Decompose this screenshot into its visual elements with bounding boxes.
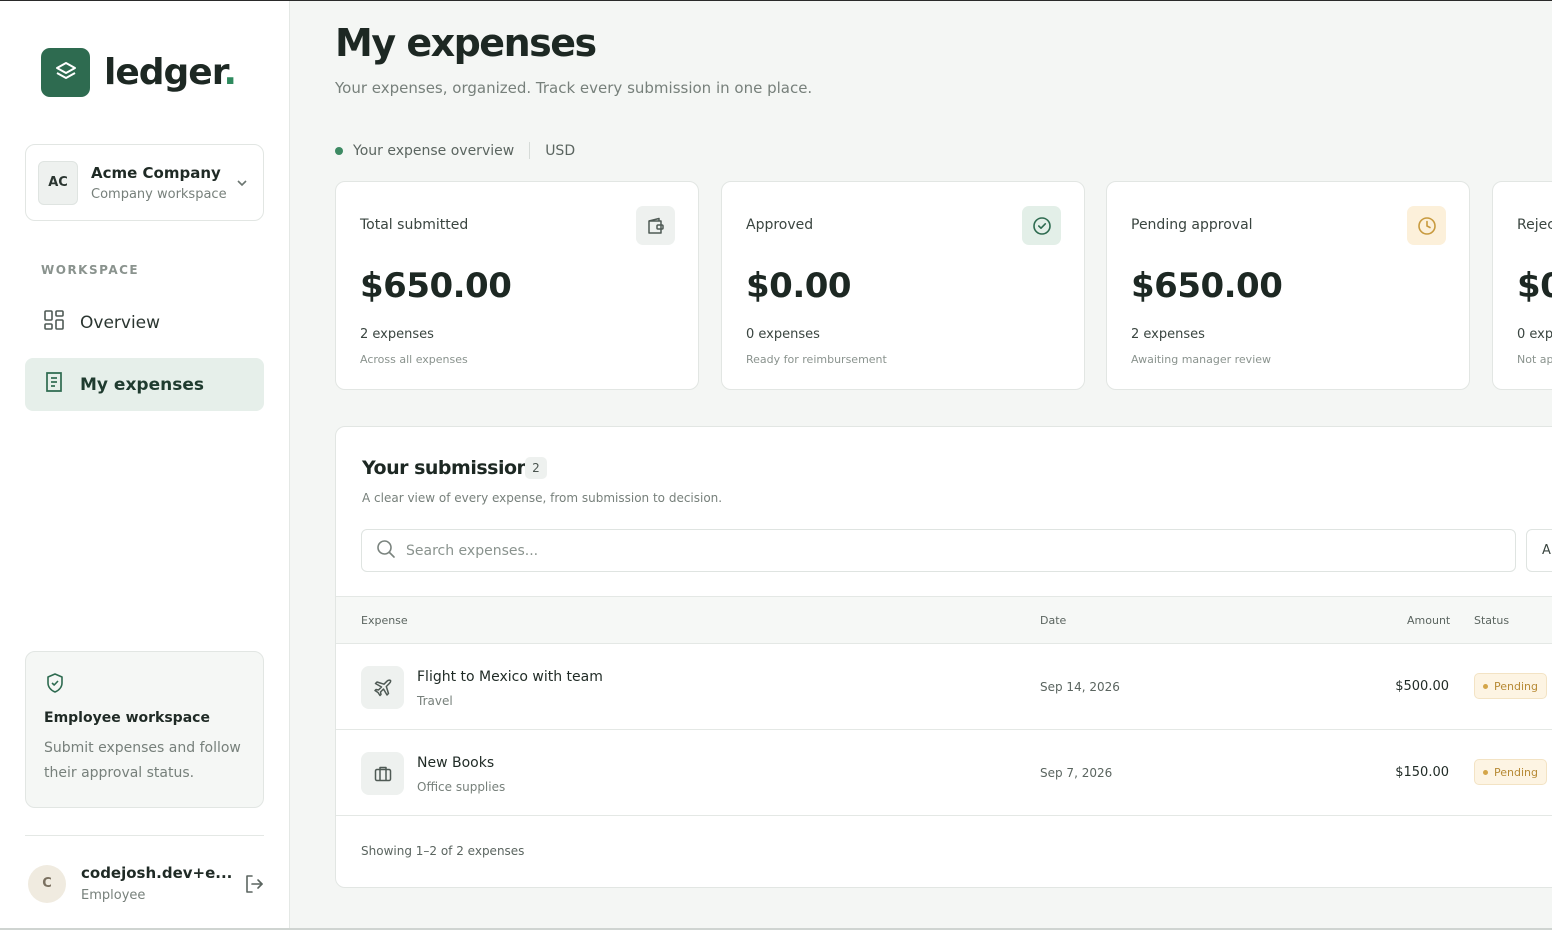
- column-header-status[interactable]: Status: [1474, 614, 1509, 627]
- logo-icon: [41, 48, 90, 97]
- stat-card-pending-approval: Pending approval $650.00 2 expenses Awai…: [1106, 181, 1470, 390]
- stat-count: 2 expenses: [360, 327, 434, 342]
- company-switcher[interactable]: AC Acme Company Company workspace: [25, 144, 264, 221]
- submissions-subtitle: A clear view of every expense, from subm…: [362, 491, 723, 505]
- wallet-icon: [636, 206, 675, 245]
- sidebar-item-label: My expenses: [80, 374, 204, 395]
- status-dot: [335, 146, 343, 155]
- company-name: Acme Company: [91, 163, 221, 182]
- main-content: My expenses Your expenses, organized. Tr…: [290, 1, 1552, 928]
- check-circle-icon: [1022, 206, 1061, 245]
- expense-amount: $500.00: [1395, 679, 1449, 694]
- overview-label: Your expense overview: [353, 142, 515, 159]
- user-name: codejosh.dev+e...: [81, 864, 233, 882]
- expense-amount: $150.00: [1395, 765, 1449, 780]
- stat-note: Awaiting manager review: [1131, 353, 1272, 366]
- stat-value: $650.00: [360, 266, 512, 306]
- info-text: Submit expenses and follow their approva…: [44, 740, 241, 781]
- search-placeholder: Search expenses...: [406, 542, 539, 559]
- stat-value: $0.00: [746, 266, 852, 306]
- stat-card-approved: Approved $0.00 0 expenses Ready for reim…: [721, 181, 1085, 390]
- sidebar-item-label: Overview: [80, 312, 161, 333]
- brand-logo[interactable]: ledger.: [41, 48, 237, 97]
- stat-note: Ready for reimbursement: [746, 353, 887, 366]
- company-initials: AC: [38, 160, 78, 205]
- divider: [25, 835, 264, 836]
- expense-title: Flight to Mexico with team: [417, 669, 603, 685]
- submissions-count-badge: 2: [525, 457, 547, 479]
- currency-label: USD: [545, 142, 576, 159]
- page-subtitle: Your expenses, organized. Track every su…: [335, 79, 813, 97]
- plane-icon: [361, 666, 404, 709]
- expense-date: Sep 14, 2026: [1040, 680, 1120, 694]
- expense-title: New Books: [417, 755, 495, 771]
- table-row[interactable]: Flight to Mexico with team Travel Sep 14…: [336, 644, 1552, 730]
- status-badge: Pending: [1474, 759, 1547, 785]
- submissions-title: Your submissions: [362, 457, 541, 479]
- divider: [529, 142, 531, 159]
- stat-label: Pending approval: [1131, 217, 1253, 233]
- stat-note: Across all expenses: [360, 353, 468, 366]
- status-filter-select[interactable]: Al: [1526, 529, 1552, 572]
- avatar: C: [28, 864, 66, 903]
- stat-card-rejected: Rejec $0 0 exp Not ap: [1492, 181, 1552, 390]
- page-title: My expenses: [335, 21, 597, 65]
- stat-value: $650.00: [1131, 266, 1283, 306]
- logout-icon[interactable]: [243, 873, 265, 899]
- table-header: Expense Date Amount Status: [336, 596, 1552, 644]
- status-badge: Pending: [1474, 673, 1547, 699]
- user-role: Employee: [81, 888, 146, 903]
- submissions-panel: Your submissions 2 A clear view of every…: [335, 426, 1552, 888]
- chevron-down-icon: [235, 175, 249, 194]
- stat-label: Approved: [746, 217, 814, 233]
- search-icon: [376, 539, 396, 563]
- stat-note: Not ap: [1517, 353, 1552, 366]
- overview-header: Your expense overview USD: [335, 142, 575, 159]
- stat-count: 0 expenses: [746, 327, 820, 342]
- pagination-summary: Showing 1–2 of 2 expenses: [361, 844, 525, 858]
- user-profile[interactable]: C codejosh.dev+e... Employee: [28, 864, 232, 903]
- expense-category: Office supplies: [417, 780, 506, 794]
- table-row[interactable]: New Books Office supplies Sep 7, 2026 $1…: [336, 730, 1552, 816]
- shield-check-icon: [44, 673, 66, 698]
- column-header-date[interactable]: Date: [1040, 614, 1066, 627]
- stat-count: 2 expenses: [1131, 327, 1205, 342]
- stat-card-total-submitted: Total submitted $650.00 2 expenses Acros…: [335, 181, 699, 390]
- expense-category: Travel: [417, 694, 453, 708]
- stat-value: $0: [1517, 266, 1552, 306]
- column-header-expense[interactable]: Expense: [361, 614, 408, 627]
- briefcase-icon: [361, 752, 404, 795]
- company-subtitle: Company workspace: [91, 186, 227, 202]
- workspace-info-card: Employee workspace Submit expenses and f…: [25, 651, 264, 808]
- expense-date: Sep 7, 2026: [1040, 766, 1113, 780]
- stat-label: Total submitted: [360, 217, 469, 233]
- sidebar: ledger. AC Acme Company Company workspac…: [0, 1, 290, 928]
- section-label-workspace: WORKSPACE: [41, 263, 140, 277]
- receipt-icon: [43, 371, 65, 398]
- sidebar-item-my-expenses[interactable]: My expenses: [25, 358, 264, 411]
- grid-icon: [43, 309, 65, 336]
- search-input[interactable]: Search expenses...: [361, 529, 1516, 572]
- column-header-amount[interactable]: Amount: [1407, 614, 1450, 627]
- stat-label: Rejec: [1517, 217, 1552, 233]
- sidebar-item-overview[interactable]: Overview: [25, 296, 264, 349]
- clock-icon: [1407, 206, 1446, 245]
- stat-count: 0 exp: [1517, 327, 1552, 342]
- info-title: Employee workspace: [44, 710, 210, 726]
- brand-name: ledger.: [104, 52, 237, 93]
